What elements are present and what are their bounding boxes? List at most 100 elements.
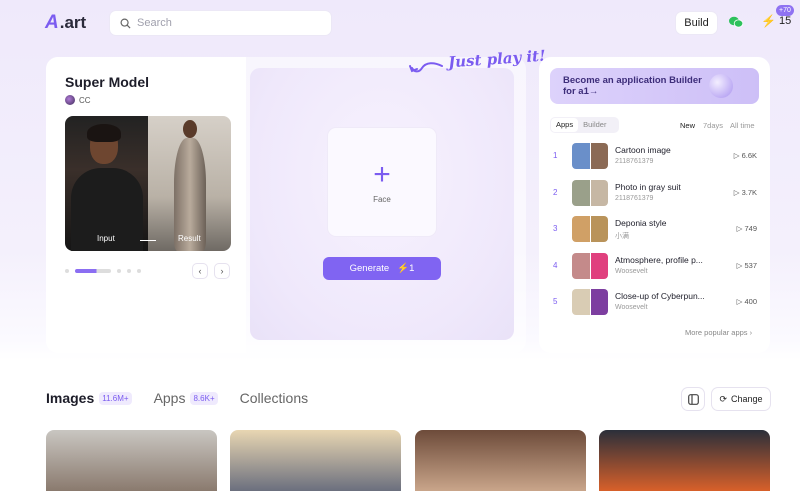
result-label: Result xyxy=(178,234,201,243)
app-author: Woosevelt xyxy=(615,304,648,311)
tab-apps-label: Apps xyxy=(153,390,186,406)
tab-builder[interactable]: Builder xyxy=(578,118,611,132)
app-name: Close-up of Cyberpun... xyxy=(615,291,705,301)
carousel-dot-active[interactable] xyxy=(75,269,111,273)
face-upload[interactable]: + Face xyxy=(328,128,436,236)
app-name: Photo in gray suit xyxy=(615,182,681,192)
generate-cost-value: 1 xyxy=(409,263,415,274)
more-popular-apps-link[interactable]: More popular apps › xyxy=(685,328,752,337)
app-rank: 3 xyxy=(553,224,558,233)
change-button[interactable]: ⟳ Change xyxy=(712,388,770,410)
generate-label: Generate xyxy=(349,263,390,274)
app-plays: ▷ 3.7K xyxy=(733,188,757,197)
tab-images[interactable]: Images 11.6M+ xyxy=(46,390,132,406)
chevron-right-icon: › xyxy=(220,266,224,276)
layout-icon xyxy=(687,393,699,405)
just-play-hint: Just play it! xyxy=(447,46,547,72)
app-thumbnail xyxy=(572,216,608,242)
gallery-image[interactable] xyxy=(599,430,770,491)
tab-images-label: Images xyxy=(46,390,95,406)
app-plays: ▷ 749 xyxy=(736,224,757,233)
result-image xyxy=(148,116,231,251)
model-title: Super Model xyxy=(65,74,150,90)
apps-count-badge: 8.6K+ xyxy=(190,391,218,405)
app-name: Deponia style xyxy=(615,218,667,228)
carousel-dot[interactable] xyxy=(65,269,69,273)
generate-button[interactable]: Generate ⚡1 xyxy=(323,257,441,280)
curl-arrow-icon xyxy=(409,62,443,73)
carousel-dot[interactable] xyxy=(117,269,121,273)
app-author: 2118761379 xyxy=(615,158,654,165)
tab-collections-label: Collections xyxy=(239,390,309,406)
app-author: 2118761379 xyxy=(615,195,654,202)
app-author: 小满 xyxy=(615,233,629,240)
app-plays-value: 537 xyxy=(744,261,757,270)
search-input[interactable] xyxy=(137,17,317,29)
author-name: CC xyxy=(79,95,91,105)
input-image xyxy=(65,116,148,251)
carousel-dot[interactable] xyxy=(137,269,141,273)
credits-value: 15 xyxy=(778,15,792,27)
plus-icon: + xyxy=(373,157,391,191)
face-label: Face xyxy=(373,194,391,204)
app-rank: 1 xyxy=(553,151,558,160)
app-author: Woosevelt xyxy=(615,268,648,275)
app-rank: 5 xyxy=(553,297,558,306)
coin-icon xyxy=(709,74,733,98)
model-author[interactable]: CC xyxy=(65,95,91,105)
logo[interactable]: A .art xyxy=(45,12,86,34)
arrow-right-icon xyxy=(140,240,156,241)
build-button[interactable]: Build xyxy=(676,12,717,34)
gallery-image[interactable] xyxy=(415,430,586,491)
chevron-left-icon: ‹ xyxy=(198,266,202,276)
generate-cost: ⚡1 xyxy=(397,263,415,274)
app-list-item[interactable]: 1 Cartoon image 2118761379 ▷ 6.6K xyxy=(553,142,763,170)
sort-7days[interactable]: 7days xyxy=(703,121,723,130)
prev-button[interactable]: ‹ xyxy=(193,264,207,278)
app-plays: ▷ 6.6K xyxy=(733,151,757,160)
app-plays-value: 749 xyxy=(744,224,757,233)
app-list-item[interactable]: 2 Photo in gray suit 2118761379 ▷ 3.7K xyxy=(553,179,763,207)
carousel-dot[interactable] xyxy=(127,269,131,273)
app-list-item[interactable]: 5 Close-up of Cyberpun... Woosevelt ▷ 400 xyxy=(553,288,763,316)
app-plays-value: 3.7K xyxy=(741,188,757,197)
apps-builder-tabs: Apps Builder xyxy=(550,117,619,133)
tab-apps-section[interactable]: Apps 8.6K+ xyxy=(154,390,218,406)
avatar xyxy=(65,95,75,105)
model-preview: Input Result xyxy=(65,116,231,251)
app-name: Atmosphere, profile p... xyxy=(615,255,703,265)
app-plays-value: 6.6K xyxy=(741,151,757,160)
carousel-dots xyxy=(65,269,141,273)
app-list-item[interactable]: 3 Deponia style 小满 ▷ 749 xyxy=(553,215,763,243)
app-plays-value: 400 xyxy=(744,297,757,306)
tab-collections[interactable]: Collections xyxy=(240,390,308,406)
banner-text: Become an application Builder for a1→ xyxy=(563,75,702,97)
chevron-right-icon: › xyxy=(749,328,753,337)
app-list-item[interactable]: 4 Atmosphere, profile p... Woosevelt ▷ 537 xyxy=(553,252,763,280)
lightning-icon: ⚡ xyxy=(761,14,776,28)
top-bar: A .art Build +70 ⚡ 15 xyxy=(0,0,800,46)
search-box[interactable] xyxy=(110,11,331,35)
app-thumbnail xyxy=(572,180,608,206)
gallery-image[interactable] xyxy=(230,430,401,491)
tab-apps[interactable]: Apps xyxy=(551,118,579,132)
credits-counter[interactable]: ⚡ 15 xyxy=(761,14,791,28)
input-label: Input xyxy=(97,234,115,243)
images-count-badge: 11.6M+ xyxy=(99,391,132,405)
app-thumbnail xyxy=(572,289,608,315)
app-thumbnail xyxy=(572,143,608,169)
logo-mark-icon: A xyxy=(45,12,59,33)
app-plays: ▷ 537 xyxy=(736,261,757,270)
wechat-icon[interactable] xyxy=(729,16,743,28)
section-tabs: Images 11.6M+ Apps 8.6K+ Collections xyxy=(46,390,330,406)
builder-banner[interactable]: Become an application Builder for a1→ xyxy=(550,68,759,104)
sort-new[interactable]: New xyxy=(680,121,695,130)
app-rank: 2 xyxy=(553,188,558,197)
app-name: Cartoon image xyxy=(615,145,671,155)
next-button[interactable]: › xyxy=(215,264,229,278)
refresh-icon: ⟳ xyxy=(719,393,727,404)
more-apps-label: More popular apps xyxy=(685,328,748,337)
layout-toggle-button[interactable] xyxy=(682,388,704,410)
gallery-image[interactable] xyxy=(46,430,217,491)
sort-all-time[interactable]: All time xyxy=(730,121,755,130)
